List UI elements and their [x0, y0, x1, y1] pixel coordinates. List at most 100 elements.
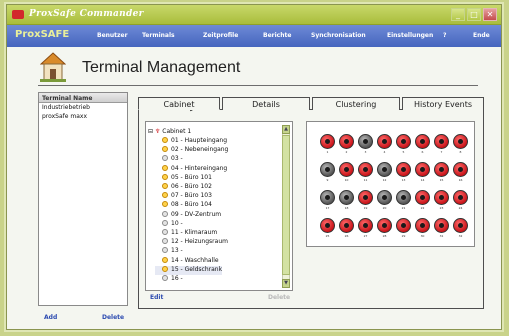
key-slot[interactable] [377, 134, 392, 149]
menu-zeitprofile[interactable]: Zeitprofile [203, 32, 238, 39]
tree-node[interactable]: 16 - [155, 275, 183, 284]
key-slot[interactable] [396, 190, 411, 205]
add-terminal-button[interactable]: Add [44, 314, 57, 321]
key-slot[interactable] [358, 134, 373, 149]
key-slot[interactable] [396, 218, 411, 233]
key-slot[interactable] [358, 218, 373, 233]
tree-node[interactable]: 11 - Klimaraum [155, 229, 217, 238]
menu-synchronisation[interactable]: Synchronisation [311, 32, 366, 39]
terminal-row[interactable]: proxSafe maxx [39, 112, 127, 121]
tree-node-label: 10 - [171, 219, 183, 227]
key-slot[interactable] [320, 162, 335, 177]
edit-key-button[interactable]: Edit [150, 294, 163, 301]
maximize-icon[interactable]: □ [467, 8, 481, 21]
key-slot[interactable] [415, 190, 430, 205]
tree-root[interactable]: ⊟ ♆ Cabinet 1 [148, 128, 191, 137]
tab-cabinet[interactable]: Cabinet [138, 97, 220, 110]
tab-clustering[interactable]: Clustering [312, 97, 400, 110]
key-slot[interactable] [339, 134, 354, 149]
tree-node[interactable]: 14 - Waschhalle [155, 256, 219, 266]
tree-node[interactable]: 08 - Büro 104 [155, 201, 212, 210]
key-slot-number: 12 [382, 178, 387, 182]
tree-node-label: 07 - Büro 103 [171, 192, 212, 200]
key-slot[interactable] [453, 162, 468, 177]
key-slot[interactable] [434, 218, 449, 233]
tab-details[interactable]: Details [222, 97, 310, 110]
key-slot[interactable] [396, 162, 411, 177]
key-slot[interactable] [320, 190, 335, 205]
menu-berichte[interactable]: Berichte [263, 32, 291, 39]
key-slot[interactable] [415, 218, 430, 233]
key-slot[interactable] [339, 162, 354, 177]
tab-history-events[interactable]: History Events [402, 97, 484, 110]
key-slot[interactable] [320, 134, 335, 149]
scroll-up-icon[interactable]: ▲ [282, 125, 290, 134]
key-slot[interactable] [377, 218, 392, 233]
close-icon[interactable]: ✕ [483, 8, 497, 21]
tree-node[interactable]: 03 - [155, 155, 183, 164]
delete-terminal-button[interactable]: Delete [102, 314, 124, 321]
minimize-icon[interactable]: _ [451, 8, 465, 21]
empty-slot-icon [162, 238, 168, 245]
key-slot[interactable] [396, 134, 411, 149]
terminal-row[interactable]: Industriebetrieb [39, 103, 127, 112]
key-slot-number: 1 [326, 150, 329, 154]
collapse-icon[interactable]: ⊟ [148, 128, 153, 135]
key-slot[interactable] [339, 218, 354, 233]
key-slot[interactable] [434, 190, 449, 205]
key-slot[interactable] [434, 134, 449, 149]
tree-scroll-thumb[interactable] [282, 135, 290, 275]
key-slot-number: 22 [420, 206, 425, 210]
tree-node-label: 04 - Hintereingang [171, 164, 228, 172]
key-slot-number: 30 [420, 234, 425, 238]
tree-node[interactable]: 09 - DV-Zentrum [155, 210, 222, 220]
key-slot-number: 20 [382, 206, 387, 210]
menu-benutzer[interactable]: Benutzer [97, 32, 128, 39]
key-slot[interactable] [320, 218, 335, 233]
tree-node[interactable]: 12 - Heizungsraum [155, 238, 228, 247]
key-slot[interactable] [453, 218, 468, 233]
key-slot[interactable] [453, 134, 468, 149]
tree-node-label: 14 - Waschhalle [171, 256, 219, 264]
tree-node[interactable]: 10 - [155, 219, 183, 229]
key-slot[interactable] [415, 162, 430, 177]
terminal-list-header: Terminal Name [39, 93, 127, 103]
key-slot-icon [162, 146, 168, 153]
tree-node[interactable]: 02 - Nebeneingang [155, 146, 228, 155]
tree-node[interactable]: 04 - Hintereingang [155, 164, 228, 174]
key-slot-number: 10 [344, 178, 349, 182]
key-slot-number: 4 [383, 150, 386, 154]
menu-help[interactable]: ? [443, 32, 446, 39]
key-slot[interactable] [358, 162, 373, 177]
tree-node[interactable]: 06 - Büro 102 [155, 183, 212, 192]
key-slot[interactable] [377, 190, 392, 205]
empty-slot-icon [162, 210, 168, 217]
key-slot-icon [162, 183, 168, 189]
delete-key-button: Delete [268, 294, 291, 301]
key-slot-number: 25 [325, 234, 330, 238]
key-slot[interactable] [434, 162, 449, 177]
key-slot[interactable] [377, 162, 392, 177]
key-slot[interactable] [453, 190, 468, 205]
menu-ende[interactable]: Ende [473, 32, 490, 39]
cabinet-tree: ⊟ ♆ Cabinet 1 01 - Haupteingang 02 - Nebe… [145, 121, 293, 291]
key-slot[interactable] [358, 190, 373, 205]
terminal-list: Terminal Name Industriebetrieb proxSafe … [38, 92, 128, 306]
key-slot-number: 7 [440, 150, 443, 154]
tree-node[interactable]: 01 - Haupteingang [155, 137, 227, 146]
tree-node[interactable]: 05 - Büro 101 [155, 173, 212, 183]
key-slot[interactable] [339, 190, 354, 205]
tree-node[interactable]: 15 - Geldschrank [155, 265, 223, 275]
menu-einstellungen[interactable]: Einstellungen [387, 32, 433, 39]
scroll-down-icon[interactable]: ▼ [282, 279, 290, 288]
tree-node[interactable]: 07 - Büro 103 [155, 192, 212, 201]
key-slot-number: 3 [364, 150, 367, 154]
tree-node-label: 09 - DV-Zentrum [171, 210, 222, 218]
tree-node-label: 15 - Geldschrank [171, 265, 223, 273]
tree-node[interactable]: 13 - [155, 247, 183, 256]
menu-terminals[interactable]: Terminals [142, 32, 175, 39]
empty-slot-icon [162, 247, 168, 254]
key-slot[interactable] [415, 134, 430, 149]
title-bar[interactable]: ProxSafe Commander _ □ ✕ [7, 5, 501, 25]
key-slot-number: 14 [420, 178, 425, 182]
